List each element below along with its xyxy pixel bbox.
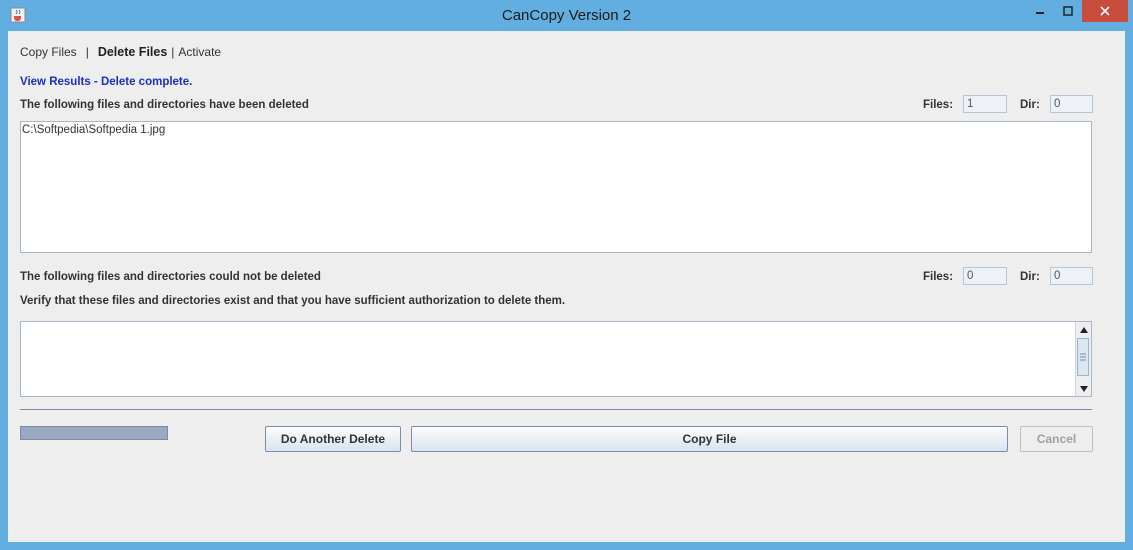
- scroll-up-button[interactable]: [1076, 322, 1091, 337]
- minimize-button[interactable]: [1026, 0, 1054, 22]
- client-area: Copy Files | Delete Files | Activate View Re…: [8, 31, 1125, 542]
- nav-separator: |: [171, 45, 175, 59]
- nav-copy-files[interactable]: Copy Files: [20, 45, 77, 59]
- not-deleted-label: The following files and directories coul…: [20, 271, 321, 283]
- nav-delete-files[interactable]: Delete Files: [98, 45, 167, 59]
- triangle-up-icon: [1079, 326, 1088, 333]
- not-deleted-files-label: Files:: [923, 271, 954, 283]
- separator-line: [20, 409, 1092, 410]
- verify-message: Verify that these files and directories …: [20, 295, 566, 307]
- nav-activate[interactable]: Activate: [178, 45, 221, 59]
- progress-bar: [20, 426, 168, 440]
- cancel-button[interactable]: Cancel: [1020, 426, 1093, 452]
- minimize-icon: [1036, 12, 1044, 14]
- vertical-scrollbar[interactable]: [1075, 322, 1091, 396]
- window-title: CanCopy Version 2: [501, 7, 632, 24]
- deleted-label: The following files and directories have…: [20, 99, 309, 111]
- do-another-delete-button[interactable]: Do Another Delete: [265, 426, 401, 452]
- deleted-files-list[interactable]: C:\Softpedia\Softpedia 1.jpg: [20, 121, 1092, 253]
- deleted-files-label: Files:: [923, 99, 954, 111]
- maximize-icon: [1063, 6, 1073, 16]
- nav-separator: |: [85, 45, 89, 59]
- app-window: CanCopy Version 2 Copy Files | Delete File…: [0, 0, 1133, 550]
- triangle-down-icon: [1079, 385, 1088, 392]
- list-item[interactable]: C:\Softpedia\Softpedia 1.jpg: [21, 122, 1091, 136]
- deleted-dir-label: Dir:: [1020, 99, 1040, 111]
- close-icon: [1100, 6, 1110, 16]
- scroll-down-button[interactable]: [1076, 381, 1091, 396]
- nav-menu: Copy Files | Delete Files | Activate: [20, 45, 221, 59]
- close-button[interactable]: [1082, 0, 1128, 22]
- not-deleted-dir-label: Dir:: [1020, 271, 1040, 283]
- title-bar[interactable]: CanCopy Version 2: [0, 0, 1133, 30]
- status-message[interactable]: View Results - Delete complete.: [20, 76, 192, 88]
- maximize-button[interactable]: [1054, 0, 1082, 22]
- deleted-dir-count: 0: [1050, 95, 1093, 113]
- not-deleted-dir-count: 0: [1050, 267, 1093, 285]
- grip-icon: [1080, 353, 1086, 361]
- scroll-thumb[interactable]: [1077, 338, 1089, 376]
- copy-file-button[interactable]: Copy File: [411, 426, 1008, 452]
- not-deleted-files-count: 0: [963, 267, 1007, 285]
- not-deleted-files-list[interactable]: [20, 321, 1092, 397]
- deleted-files-count: 1: [963, 95, 1007, 113]
